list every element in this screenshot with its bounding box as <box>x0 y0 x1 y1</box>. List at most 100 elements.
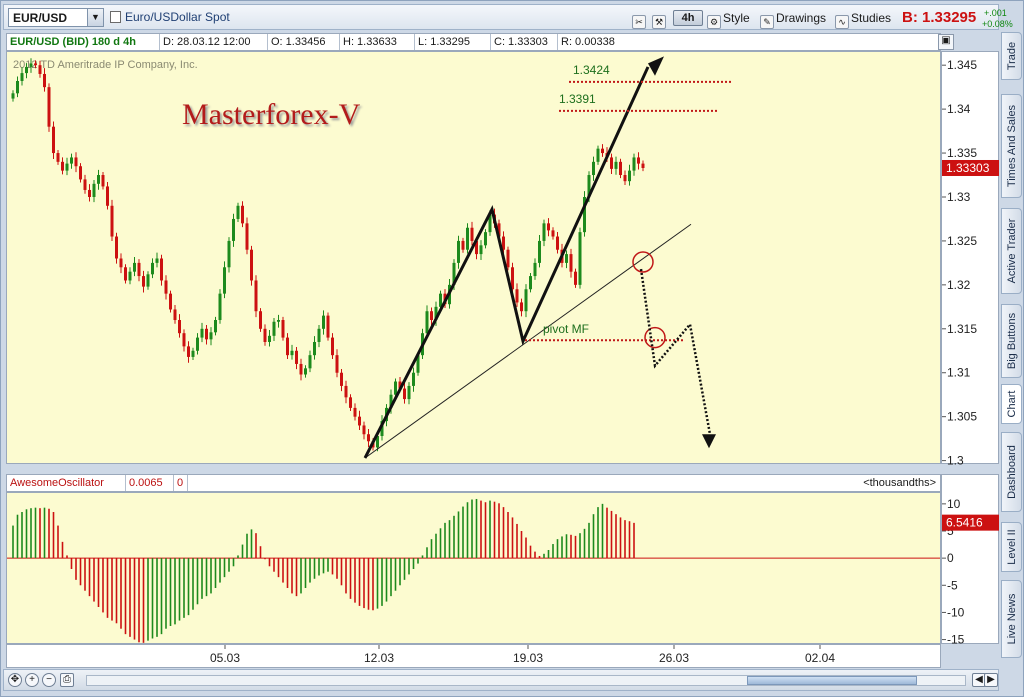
clipboard-icon[interactable]: ▣ <box>938 34 954 50</box>
candle-body <box>110 205 114 237</box>
tab-live-news[interactable]: Live News <box>1001 580 1022 658</box>
oscillator-tick-label: -15 <box>947 633 965 645</box>
candle-body <box>461 240 465 250</box>
symbol-dropdown-icon[interactable]: ▼ <box>87 9 103 26</box>
candle-body <box>367 434 370 442</box>
wrench-icon[interactable]: ⚒ <box>652 9 668 29</box>
candle-body <box>403 388 406 400</box>
candle-body <box>412 372 415 386</box>
drawings-button[interactable]: ✎ Drawings <box>760 9 826 29</box>
price-chart[interactable]: 2012 TD Ameritrade IP Company, Inc. Mast… <box>6 51 941 464</box>
candle-body <box>358 416 361 426</box>
candle-body <box>349 397 352 408</box>
candle-body <box>169 293 172 310</box>
link-icon[interactable]: ✂ <box>632 9 648 29</box>
candle-body <box>79 166 82 180</box>
price-tick-label: 1.325 <box>947 234 977 248</box>
percent-change: +0.08% <box>982 19 1013 29</box>
info-date: D: 28.03.12 12:00 <box>160 34 268 50</box>
checkbox-icon[interactable] <box>110 11 121 23</box>
price-tick-label: 1.345 <box>947 58 977 72</box>
last-price-tag: 1.33303 <box>946 161 990 175</box>
candle-body <box>223 267 226 294</box>
candle-body <box>214 320 217 333</box>
tab-times-and-sales[interactable]: Times And Sales <box>1001 94 1022 198</box>
candle-body <box>119 258 123 268</box>
candle-body <box>317 328 321 342</box>
arrow-head-up <box>648 56 664 76</box>
tab-big-buttons[interactable]: Big Buttons <box>1001 304 1022 378</box>
candle-body <box>277 320 280 322</box>
candle-body <box>596 148 600 162</box>
candle-body <box>43 73 46 88</box>
oscillator-units: <thousandths> <box>863 477 936 489</box>
price-axis[interactable]: 1.3 1.305 1.31 1.315 1.32 1.325 1.33 1.335 1.34 1… <box>941 51 999 468</box>
zoom-in-icon[interactable]: + <box>25 673 39 687</box>
time-tick-label: 05.03 <box>210 651 240 665</box>
oscillator-axis[interactable]: 10 5 0 -5 -10 -15 6.5416 <box>941 474 999 647</box>
candle-body <box>578 232 582 285</box>
candle-body <box>209 332 213 340</box>
candle-body <box>146 274 150 287</box>
candle-body <box>569 254 573 272</box>
candle-body <box>506 249 510 268</box>
print-icon[interactable]: ⎙ <box>60 673 74 687</box>
scroll-right-icon[interactable]: ▶ <box>984 673 998 687</box>
candle-body <box>83 179 87 190</box>
candle-body <box>551 230 555 237</box>
info-close: C: 1.33303 <box>491 34 558 50</box>
candle-body <box>344 385 348 398</box>
price-tick-label: 1.305 <box>947 410 977 424</box>
tab-chart[interactable]: Chart <box>1001 384 1022 424</box>
chart-window: EUR/USD ▼ Euro/USDollar Spot ✂ ⚒ 4h ⚙ Sty… <box>0 0 1024 697</box>
oscillator-zero: 0 <box>174 475 188 491</box>
candle-body <box>38 65 42 74</box>
net-change: +.001 <box>984 8 1007 18</box>
candle-body <box>610 157 613 169</box>
candle-body <box>47 87 51 127</box>
candle-body <box>191 350 195 357</box>
style-button[interactable]: ⚙ Style <box>707 9 750 29</box>
candle-body <box>241 205 244 224</box>
candle-body <box>592 161 595 176</box>
tab-active-trader[interactable]: Active Trader <box>1001 208 1022 294</box>
symbol-selector[interactable]: EUR/USD ▼ <box>8 8 104 27</box>
candle-body <box>556 236 559 250</box>
candle-body <box>340 372 343 386</box>
oscillator-tick-label: -5 <box>947 578 958 592</box>
candle-body <box>245 223 249 250</box>
oscillator-chart[interactable] <box>6 492 941 644</box>
chart-scrollbar[interactable] <box>86 675 966 686</box>
move-icon[interactable]: ✥ <box>8 673 22 687</box>
time-axis[interactable]: 05.03 12.03 19.03 26.03 02.04 <box>6 644 941 668</box>
candle-body <box>641 163 645 168</box>
candle-body <box>290 350 294 356</box>
time-tick-label: 02.04 <box>805 651 835 665</box>
candle-body <box>407 385 411 400</box>
candle-body <box>88 189 91 197</box>
drawings-group: 1.3424 1.3391 pivot MF <box>363 56 732 459</box>
candle-body <box>632 157 636 171</box>
tab-level-ii[interactable]: Level II <box>1001 522 1022 572</box>
candle-body <box>250 249 253 281</box>
candle-body <box>133 262 136 272</box>
candle-body <box>236 205 240 219</box>
price-info-bar: EUR/USD (BID) 180 d 4h D: 28.03.12 12:00… <box>6 33 954 51</box>
oscillator-tick-label: -10 <box>947 605 965 619</box>
candle-body <box>326 315 330 338</box>
tab-dashboard[interactable]: Dashboard <box>1001 432 1022 512</box>
zoom-out-icon[interactable]: − <box>42 673 56 687</box>
tab-trade[interactable]: Trade <box>1001 32 1022 80</box>
oscillator-tick-label: 10 <box>947 497 961 511</box>
candle-body <box>470 227 474 241</box>
candle-body <box>259 311 262 329</box>
forecast-path <box>639 268 712 435</box>
candle-body <box>182 333 186 347</box>
candle-body <box>335 355 339 373</box>
timeframe-button[interactable]: 4h <box>673 10 703 26</box>
candle-body <box>479 245 483 255</box>
time-axis-svg: 05.03 12.03 19.03 26.03 02.04 <box>210 645 835 665</box>
scrollbar-thumb[interactable] <box>747 676 917 685</box>
studies-icon: ∿ <box>835 15 849 29</box>
studies-button[interactable]: ∿ Studies <box>835 9 891 29</box>
